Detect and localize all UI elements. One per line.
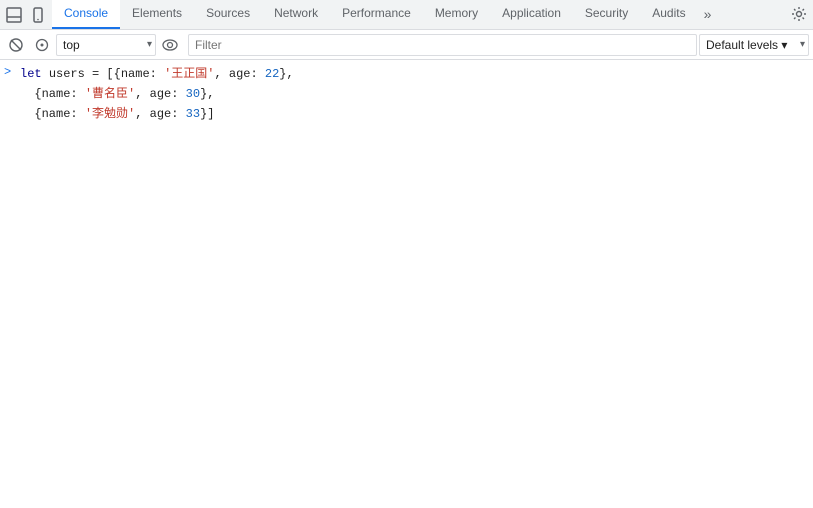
mobile-icon[interactable] bbox=[28, 5, 48, 25]
property-token: name: bbox=[42, 87, 85, 101]
more-tabs-button[interactable]: » bbox=[698, 0, 718, 29]
bracket-token: { bbox=[20, 87, 42, 101]
log-levels-select-input[interactable]: Default levels ▾ bbox=[699, 34, 809, 56]
property-token: age: bbox=[229, 67, 265, 81]
console-line: {name: '李勉勋', age: 33}] bbox=[0, 104, 813, 124]
console-prompt: > bbox=[4, 65, 16, 79]
comma-token: , bbox=[135, 87, 149, 101]
bracket-token: { bbox=[114, 67, 121, 81]
clear-console-button[interactable] bbox=[4, 33, 28, 57]
bracket-token: }] bbox=[200, 107, 214, 121]
log-levels-selector[interactable]: Default levels ▾ ▾ bbox=[699, 34, 809, 56]
number-token: 30 bbox=[186, 87, 200, 101]
context-select-input[interactable]: top bbox=[56, 34, 156, 56]
context-selector[interactable]: top ▾ bbox=[56, 34, 156, 56]
bracket-token: } bbox=[279, 67, 286, 81]
tab-elements[interactable]: Elements bbox=[120, 0, 194, 29]
property-token: age: bbox=[150, 107, 186, 121]
console-toolbar: top ▾ Default levels ▾ ▾ bbox=[0, 30, 813, 60]
property-token: name: bbox=[42, 107, 85, 121]
operator-token: = [ bbox=[85, 67, 114, 81]
comma-token: , bbox=[135, 107, 149, 121]
keyword-token: let bbox=[20, 67, 49, 81]
string-token: '李勉勋' bbox=[85, 107, 135, 121]
tab-network[interactable]: Network bbox=[262, 0, 330, 29]
tab-audits[interactable]: Audits bbox=[640, 0, 697, 29]
string-token: '曹名臣' bbox=[85, 87, 135, 101]
console-line: > let users = [{name: '王正国', age: 22}, bbox=[0, 64, 813, 84]
comma-token: , bbox=[207, 87, 214, 101]
tab-memory[interactable]: Memory bbox=[423, 0, 490, 29]
console-code: {name: '曹名臣', age: 30}, bbox=[20, 85, 214, 103]
devtools-icons bbox=[0, 0, 52, 29]
filter-input[interactable] bbox=[188, 34, 697, 56]
bracket-token: { bbox=[20, 107, 42, 121]
console-line: {name: '曹名臣', age: 30}, bbox=[0, 84, 813, 104]
tab-bar: Console Elements Sources Network Perform… bbox=[0, 0, 813, 30]
tab-security[interactable]: Security bbox=[573, 0, 640, 29]
devtools-settings-button[interactable] bbox=[785, 0, 813, 29]
tab-console[interactable]: Console bbox=[52, 0, 120, 29]
tab-application[interactable]: Application bbox=[490, 0, 573, 29]
tab-sources[interactable]: Sources bbox=[194, 0, 262, 29]
number-token: 33 bbox=[186, 107, 200, 121]
dock-icon[interactable] bbox=[4, 5, 24, 25]
number-token: 22 bbox=[265, 67, 279, 81]
string-token: '王正国' bbox=[164, 67, 214, 81]
eye-button[interactable] bbox=[158, 33, 182, 57]
console-code: {name: '李勉勋', age: 33}] bbox=[20, 105, 214, 123]
property-token: age: bbox=[150, 87, 186, 101]
console-output: >let users = [{name: '王正国', age: 22}, {n… bbox=[0, 60, 813, 508]
varname-token: users bbox=[49, 67, 85, 81]
comma-token: , bbox=[214, 67, 228, 81]
console-code: let users = [{name: '王正国', age: 22}, bbox=[20, 65, 294, 83]
comma-token: , bbox=[287, 67, 294, 81]
preserve-log-button[interactable] bbox=[30, 33, 54, 57]
tab-performance[interactable]: Performance bbox=[330, 0, 423, 29]
property-token: name: bbox=[121, 67, 164, 81]
